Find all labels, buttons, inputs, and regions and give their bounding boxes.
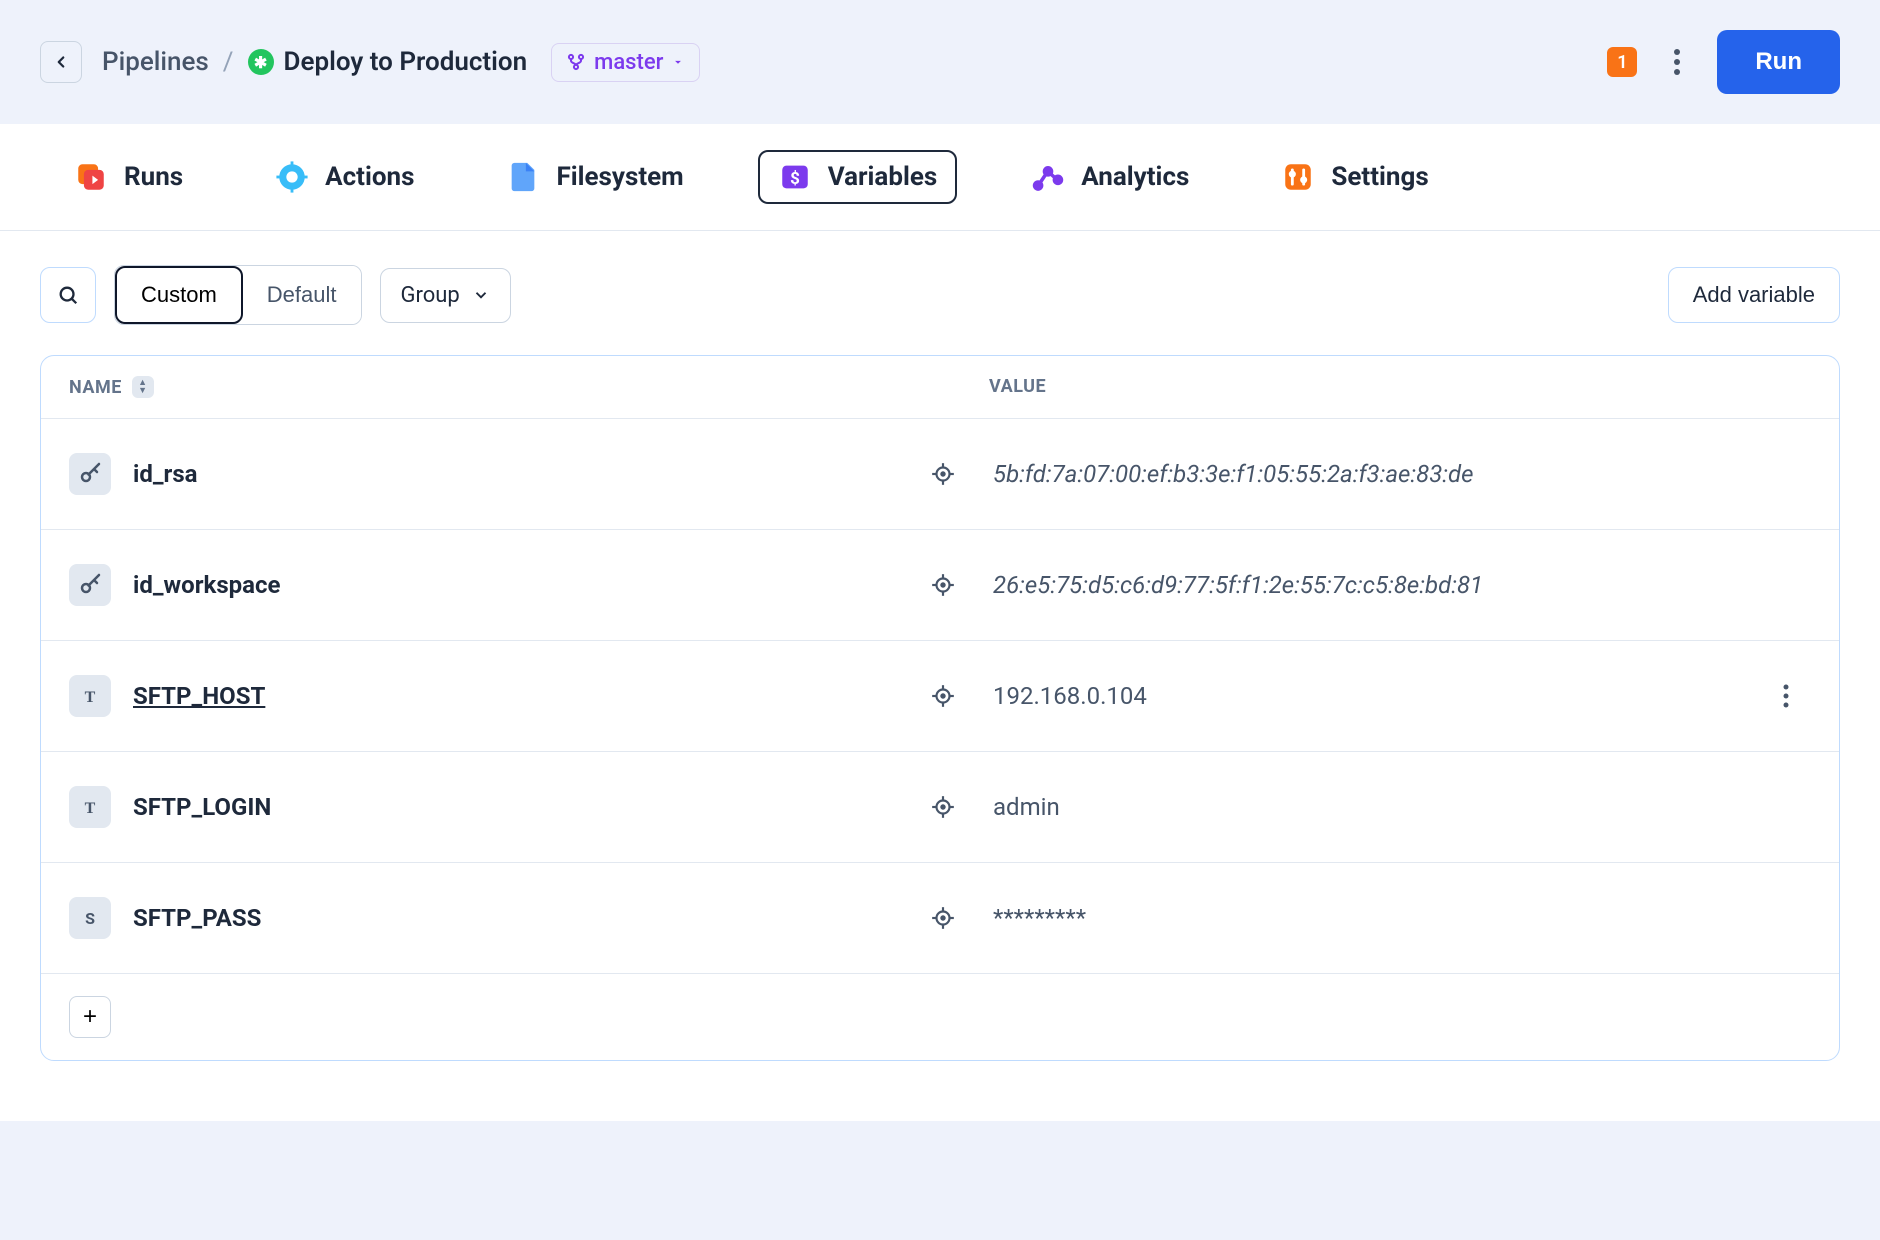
header: Pipelines / ✱ Deploy to Production maste… xyxy=(0,0,1880,124)
page-title: Deploy to Production xyxy=(284,47,528,77)
branch-selector[interactable]: master xyxy=(551,43,700,82)
settings-icon xyxy=(1281,160,1315,194)
variable-type-icon: S xyxy=(69,897,111,939)
column-header-value[interactable]: VALUE xyxy=(989,376,1811,398)
table-row[interactable]: T SFTP_HOST 192.168.0.104 xyxy=(41,640,1839,751)
run-button[interactable]: Run xyxy=(1717,30,1840,94)
tab-label: Settings xyxy=(1331,162,1428,192)
add-variable-button[interactable]: Add variable xyxy=(1668,267,1840,323)
table-row[interactable]: T SFTP_LOGIN admin xyxy=(41,751,1839,862)
svg-text:T: T xyxy=(85,800,96,817)
variable-name[interactable]: SFTP_LOGIN xyxy=(133,793,893,821)
scope-icon xyxy=(893,683,993,709)
kebab-icon xyxy=(1673,48,1681,76)
variable-type-icon: T xyxy=(69,675,111,717)
group-label: Group xyxy=(401,283,460,308)
tab-label: Runs xyxy=(124,162,183,192)
add-row-button[interactable]: + xyxy=(69,996,111,1038)
tab-label: Actions xyxy=(325,162,414,192)
tab-analytics[interactable]: Analytics xyxy=(1013,150,1207,204)
filter-segment: Custom Default xyxy=(114,265,362,325)
variable-type-icon xyxy=(69,453,111,495)
variable-name[interactable]: SFTP_HOST xyxy=(133,682,893,710)
variable-value: 5b:fd:7a:07:00:ef:b3:3e:f1:05:55:2a:f3:a… xyxy=(993,460,1761,488)
pipeline-status-icon: ✱ xyxy=(248,49,274,75)
tab-label: Analytics xyxy=(1081,162,1189,192)
search-icon xyxy=(57,284,79,306)
variable-name[interactable]: id_workspace xyxy=(133,571,893,599)
variable-value: 26:e5:75:d5:c6:d9:77:5f:f1:2e:55:7c:c5:8… xyxy=(993,571,1761,599)
variable-name[interactable]: SFTP_PASS xyxy=(133,904,893,932)
tab-settings[interactable]: Settings xyxy=(1263,150,1446,204)
filesystem-icon xyxy=(506,160,540,194)
breadcrumb-link-pipelines[interactable]: Pipelines xyxy=(102,47,209,77)
tab-label: Variables xyxy=(828,162,938,192)
breadcrumb: Pipelines / ✱ Deploy to Production maste… xyxy=(102,43,700,82)
scope-icon xyxy=(893,461,993,487)
svg-text:T: T xyxy=(85,689,96,706)
chevron-down-icon xyxy=(472,286,490,304)
variable-type-icon: T xyxy=(69,786,111,828)
tab-label: Filesystem xyxy=(556,162,683,192)
branch-icon xyxy=(566,52,586,72)
header-actions: 1 Run xyxy=(1607,30,1840,94)
svg-text:$: $ xyxy=(790,169,800,189)
scope-icon xyxy=(893,794,993,820)
filter-custom[interactable]: Custom xyxy=(115,266,243,324)
chevron-left-icon xyxy=(52,53,70,71)
sort-icon: ▲▼ xyxy=(132,376,154,398)
content: Custom Default Group Add variable NAME ▲… xyxy=(0,231,1880,1121)
runs-icon xyxy=(74,160,108,194)
more-menu-button[interactable] xyxy=(1659,44,1695,80)
tab-runs[interactable]: Runs xyxy=(56,150,201,204)
notification-badge[interactable]: 1 xyxy=(1607,47,1637,77)
table-header: NAME ▲▼ VALUE xyxy=(41,356,1839,418)
branch-label: master xyxy=(594,50,663,75)
variable-type-icon xyxy=(69,564,111,606)
tabbar: Runs Actions Filesystem $ Variables Anal… xyxy=(0,124,1880,231)
table-row[interactable]: S SFTP_PASS ********* xyxy=(41,862,1839,973)
back-button[interactable] xyxy=(40,41,82,83)
breadcrumb-separator: / xyxy=(223,47,234,77)
toolbar: Custom Default Group Add variable xyxy=(40,265,1840,325)
caret-down-icon xyxy=(671,55,685,69)
add-row: + xyxy=(41,973,1839,1060)
column-header-name[interactable]: NAME ▲▼ xyxy=(69,376,989,398)
variable-value: ********* xyxy=(993,904,1761,932)
tab-variables[interactable]: $ Variables xyxy=(758,150,958,204)
variable-value: 192.168.0.104 xyxy=(993,682,1761,710)
search-button[interactable] xyxy=(40,267,96,323)
variable-name[interactable]: id_rsa xyxy=(133,460,893,488)
variables-table: NAME ▲▼ VALUE id_rsa 5b:fd:7a:07:00:ef:b3… xyxy=(40,355,1840,1061)
table-row[interactable]: id_workspace 26:e5:75:d5:c6:d9:77:5f:f1:2… xyxy=(41,529,1839,640)
svg-text:S: S xyxy=(85,909,95,928)
variables-icon: $ xyxy=(778,160,812,194)
row-actions[interactable] xyxy=(1761,683,1811,709)
filter-default[interactable]: Default xyxy=(243,266,361,324)
table-row[interactable]: id_rsa 5b:fd:7a:07:00:ef:b3:3e:f1:05:55:2… xyxy=(41,418,1839,529)
tab-filesystem[interactable]: Filesystem xyxy=(488,150,701,204)
analytics-icon xyxy=(1031,160,1065,194)
scope-icon xyxy=(893,572,993,598)
scope-icon xyxy=(893,905,993,931)
group-select[interactable]: Group xyxy=(380,268,511,323)
actions-icon xyxy=(275,160,309,194)
breadcrumb-current: ✱ Deploy to Production xyxy=(248,47,528,77)
tab-actions[interactable]: Actions xyxy=(257,150,432,204)
variable-value: admin xyxy=(993,793,1761,821)
